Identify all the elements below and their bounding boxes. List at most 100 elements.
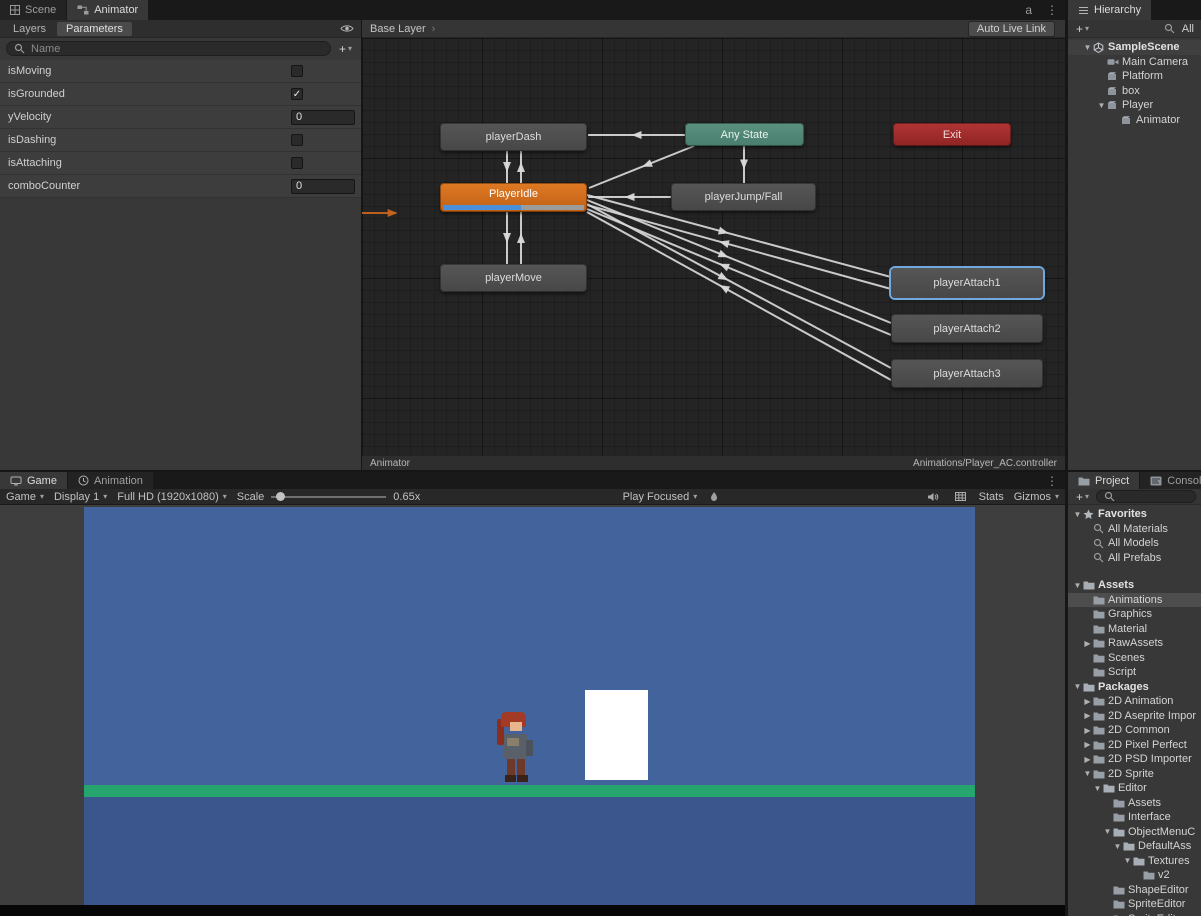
- project-item[interactable]: ▼Editor: [1068, 781, 1201, 796]
- parameter-checkbox[interactable]: [291, 65, 303, 77]
- project-item[interactable]: All Models: [1068, 536, 1201, 551]
- stats-button[interactable]: Stats: [979, 491, 1004, 503]
- expander-open-icon[interactable]: ▼: [1092, 784, 1103, 793]
- tab-console[interactable]: Console: [1140, 472, 1201, 489]
- parameter-checkbox[interactable]: [291, 134, 303, 146]
- parameter-checkbox[interactable]: [291, 157, 303, 169]
- tab-project[interactable]: Project: [1068, 472, 1139, 489]
- hierarchy-item[interactable]: ▼Player: [1068, 98, 1201, 113]
- state-node-playerattach3[interactable]: playerAttach3: [891, 359, 1043, 388]
- flame-icon[interactable]: [707, 492, 721, 502]
- expander-open-icon[interactable]: ▼: [1072, 581, 1083, 590]
- project-search-input[interactable]: [1096, 490, 1196, 503]
- eye-icon[interactable]: [337, 24, 357, 33]
- tab-animator[interactable]: Animator: [67, 0, 148, 20]
- project-item[interactable]: SpriteEditor: [1068, 897, 1201, 912]
- tab-game[interactable]: Game: [0, 472, 67, 489]
- expander-closed-icon[interactable]: ▶: [1082, 697, 1093, 706]
- parameter-row[interactable]: isAttaching: [0, 152, 361, 175]
- project-item[interactable]: Script: [1068, 665, 1201, 680]
- expander-open-icon[interactable]: ▼: [1102, 827, 1113, 836]
- tab-animation[interactable]: Animation: [68, 472, 153, 489]
- gizmos-dropdown[interactable]: Gizmos ▾: [1014, 491, 1059, 503]
- state-node-exit[interactable]: Exit: [893, 123, 1011, 146]
- project-item[interactable]: SpriteEditor: [1068, 912, 1201, 916]
- account-icon[interactable]: a: [1018, 0, 1039, 20]
- expander-open-icon[interactable]: ▼: [1122, 856, 1133, 865]
- tab-layers[interactable]: Layers: [4, 22, 55, 36]
- resolution-dropdown[interactable]: Full HD (1920x1080) ▾: [117, 491, 227, 503]
- expander-closed-icon[interactable]: ▶: [1082, 639, 1093, 648]
- state-node-playerjump-fall[interactable]: playerJump/Fall: [671, 183, 816, 211]
- play-focused-dropdown[interactable]: Play Focused ▾: [623, 491, 698, 503]
- project-item[interactable]: Assets: [1068, 796, 1201, 811]
- project-item[interactable]: ▼Packages: [1068, 680, 1201, 695]
- breadcrumb[interactable]: Base Layer: [370, 23, 426, 35]
- scale-slider-thumb[interactable]: [276, 492, 285, 501]
- project-item[interactable]: Animations: [1068, 593, 1201, 608]
- state-node-playerattach2[interactable]: playerAttach2: [891, 314, 1043, 343]
- parameter-search-input[interactable]: Name: [6, 41, 331, 56]
- parameter-row[interactable]: isDashing: [0, 129, 361, 152]
- project-item[interactable]: All Materials: [1068, 522, 1201, 537]
- game-viewport[interactable]: [0, 505, 1065, 916]
- project-item[interactable]: ▶2D PSD Importer: [1068, 752, 1201, 767]
- expander-closed-icon[interactable]: ▶: [1082, 755, 1093, 764]
- project-item[interactable]: ▶2D Aseprite Impor: [1068, 709, 1201, 724]
- project-item[interactable]: Material: [1068, 622, 1201, 637]
- expander-closed-icon[interactable]: ▶: [1082, 740, 1093, 749]
- parameter-value-field[interactable]: 0: [291, 110, 355, 125]
- state-node-playerdash[interactable]: playerDash: [440, 123, 587, 151]
- hierarchy-item[interactable]: ▼SampleScene: [1068, 40, 1201, 55]
- parameter-row[interactable]: isGrounded✓: [0, 83, 361, 106]
- scale-slider[interactable]: [271, 496, 386, 498]
- mute-audio-icon[interactable]: [924, 492, 942, 502]
- tab-hierarchy[interactable]: Hierarchy: [1068, 0, 1151, 20]
- project-item[interactable]: ▼DefaultAss: [1068, 839, 1201, 854]
- project-item[interactable]: ShapeEditor: [1068, 883, 1201, 898]
- project-item[interactable]: ▼ObjectMenuC: [1068, 825, 1201, 840]
- project-item[interactable]: ▶2D Common: [1068, 723, 1201, 738]
- parameter-checkbox[interactable]: ✓: [291, 88, 303, 100]
- search-icon[interactable]: [1161, 23, 1178, 34]
- project-item[interactable]: ▶2D Animation: [1068, 694, 1201, 709]
- hierarchy-item[interactable]: Main Camera: [1068, 55, 1201, 70]
- expander-open-icon[interactable]: ▼: [1096, 101, 1107, 110]
- hierarchy-create-button[interactable]: + ▾: [1073, 22, 1092, 36]
- expander-open-icon[interactable]: ▼: [1082, 43, 1093, 52]
- project-item[interactable]: All Prefabs: [1068, 551, 1201, 566]
- parameter-value-field[interactable]: 0: [291, 179, 355, 194]
- state-node-playeridle[interactable]: PlayerIdle: [440, 183, 587, 212]
- expander-closed-icon[interactable]: ▶: [1082, 711, 1093, 720]
- parameter-row[interactable]: isMoving: [0, 60, 361, 83]
- add-parameter-button[interactable]: + ▾: [336, 42, 355, 56]
- display-dropdown[interactable]: Display 1 ▾: [54, 491, 107, 503]
- kebab-menu-icon[interactable]: ⋮: [1039, 472, 1065, 489]
- expander-closed-icon[interactable]: ▶: [1082, 726, 1093, 735]
- expander-open-icon[interactable]: ▼: [1112, 842, 1123, 851]
- project-item[interactable]: ▶2D Pixel Perfect: [1068, 738, 1201, 753]
- project-item[interactable]: v2: [1068, 868, 1201, 883]
- project-create-button[interactable]: + ▾: [1073, 490, 1092, 504]
- state-node-playermove[interactable]: playerMove: [440, 264, 587, 292]
- state-node-playerattach1[interactable]: playerAttach1: [891, 268, 1043, 298]
- expander-open-icon[interactable]: ▼: [1072, 510, 1083, 519]
- tab-parameters[interactable]: Parameters: [57, 22, 132, 36]
- project-item[interactable]: Scenes: [1068, 651, 1201, 666]
- parameter-row[interactable]: yVelocity0: [0, 106, 361, 129]
- game-mode-dropdown[interactable]: Game ▾: [6, 491, 44, 503]
- state-node-any-state[interactable]: Any State: [685, 123, 804, 146]
- project-item[interactable]: Graphics: [1068, 607, 1201, 622]
- project-item[interactable]: ▼Assets: [1068, 578, 1201, 593]
- project-item[interactable]: ▼2D Sprite: [1068, 767, 1201, 782]
- parameter-row[interactable]: comboCounter0: [0, 175, 361, 198]
- expander-open-icon[interactable]: ▼: [1072, 682, 1083, 691]
- hierarchy-item[interactable]: Platform: [1068, 69, 1201, 84]
- tab-scene[interactable]: Scene: [0, 0, 66, 20]
- project-item[interactable]: ▶RawAssets: [1068, 636, 1201, 651]
- project-item[interactable]: ▼Favorites: [1068, 507, 1201, 522]
- project-item[interactable]: ▼Textures: [1068, 854, 1201, 869]
- graph-canvas[interactable]: playerDash Any State Exit PlayerIdle playerJ…: [362, 38, 1065, 455]
- stats-grid-icon[interactable]: [952, 492, 969, 501]
- kebab-menu-icon[interactable]: ⋮: [1039, 0, 1065, 20]
